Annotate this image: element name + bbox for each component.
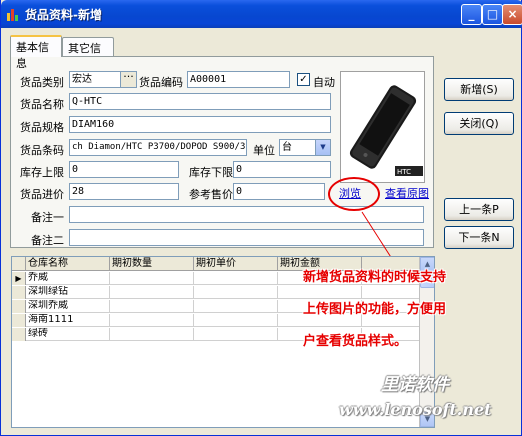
cell-price[interactable] [194,272,278,285]
spec-label: 货品规格 [20,121,64,134]
cell-warehouse[interactable]: 深圳绿钻 [26,286,110,299]
grid-corner [12,257,26,271]
cell-warehouse[interactable]: 深圳乔威 [26,300,110,313]
cell-qty[interactable] [110,286,194,299]
watermark-brand: 里诺软件 [381,375,449,395]
unit-value: 台 [282,142,292,153]
code-input[interactable]: A00001 [187,71,290,88]
next-record-button[interactable]: 下一条N [444,226,514,249]
cell-qty[interactable] [110,328,194,341]
annotation-line-2: 上传图片的功能，方便用 [303,302,447,317]
col-header-warehouse[interactable]: 仓库名称 [26,257,110,271]
code-label: 货品编码 [139,76,183,89]
cost-input[interactable]: 28 [69,183,179,200]
watermark-url: www.lenosoft.net [339,400,492,419]
name-input[interactable]: Q-HTC [69,93,331,110]
cell-price[interactable] [194,314,278,327]
annotation-line-3: 户查看货品样式。 [303,334,408,349]
stock-max-label: 库存上限 [20,166,64,179]
auto-label: 自动 [313,76,335,89]
cell-warehouse[interactable]: 海南1111 [26,314,110,327]
phone-image-icon: HTC [341,72,424,182]
unit-select[interactable]: 台 ▼ [279,139,331,156]
barcode-input[interactable]: ch Diamon/HTC P3700/DOPOD S900/3702 [69,139,247,156]
note1-label: 备注一 [31,211,64,224]
minimize-button[interactable]: _ [461,4,482,25]
row-indicator [12,328,26,341]
close-window-button[interactable]: × [502,4,522,25]
maximize-button[interactable]: □ [482,4,503,25]
auto-checkbox[interactable]: ✓ [297,73,310,86]
row-indicator [12,314,26,327]
prev-record-button[interactable]: 上一条P [444,198,514,221]
cell-qty[interactable] [110,272,194,285]
unit-dropdown-arrow-icon[interactable]: ▼ [315,140,330,155]
cell-warehouse[interactable]: 绿砖 [26,328,110,341]
cell-price[interactable] [194,300,278,313]
app-chart-icon [6,7,20,21]
title-bar[interactable]: 货品资料-新增 _ □ × [1,0,522,28]
current-row-indicator-icon: ▶ [12,272,26,285]
cell-qty[interactable] [110,314,194,327]
tab-basic-info[interactable]: 基本信息 [10,35,62,70]
add-button[interactable]: 新增(S) [444,78,514,101]
window-title: 货品资料-新增 [25,8,102,22]
view-original-link[interactable]: 查看原图 [385,185,429,201]
cell-qty[interactable] [110,300,194,313]
cost-label: 货品进价 [20,188,64,201]
close-button[interactable]: 关闭(Q) [444,112,514,135]
row-indicator [12,286,26,299]
ref-price-label: 参考售价 [189,188,233,201]
tab-other-info[interactable]: 其它信息 [62,37,114,71]
category-field[interactable]: 宏达 ··· [69,71,137,88]
category-label: 货品类别 [20,76,64,89]
stock-max-input[interactable]: 0 [69,161,179,178]
ref-price-input[interactable]: 0 [233,183,325,200]
note2-label: 备注二 [31,234,64,247]
product-photo: HTC [340,71,425,183]
barcode-label: 货品条码 [20,144,64,157]
unit-label: 单位 [253,144,275,157]
annotation-line-1: 新增货品资料的时候支持 [303,270,447,285]
stock-min-label: 库存下限 [189,166,233,179]
cell-price[interactable] [194,286,278,299]
spec-input[interactable]: DIAM160 [69,116,331,133]
annotation-highlight-ellipse [328,177,380,211]
stock-min-input[interactable]: 0 [233,161,331,178]
cell-warehouse[interactable]: 乔威 [26,272,110,285]
category-browse-button[interactable]: ··· [120,72,136,87]
window: 货品资料-新增 _ □ × 基本信息 其它信息 货品类别 宏达 ··· 货品编码… [0,0,522,436]
col-header-qty[interactable]: 期初数量 [110,257,194,271]
name-label: 货品名称 [20,98,64,111]
category-value: 宏达 [72,74,92,85]
cell-price[interactable] [194,328,278,341]
photo-tag: HTC [397,168,411,176]
row-indicator [12,300,26,313]
col-header-price[interactable]: 期初单价 [194,257,278,271]
